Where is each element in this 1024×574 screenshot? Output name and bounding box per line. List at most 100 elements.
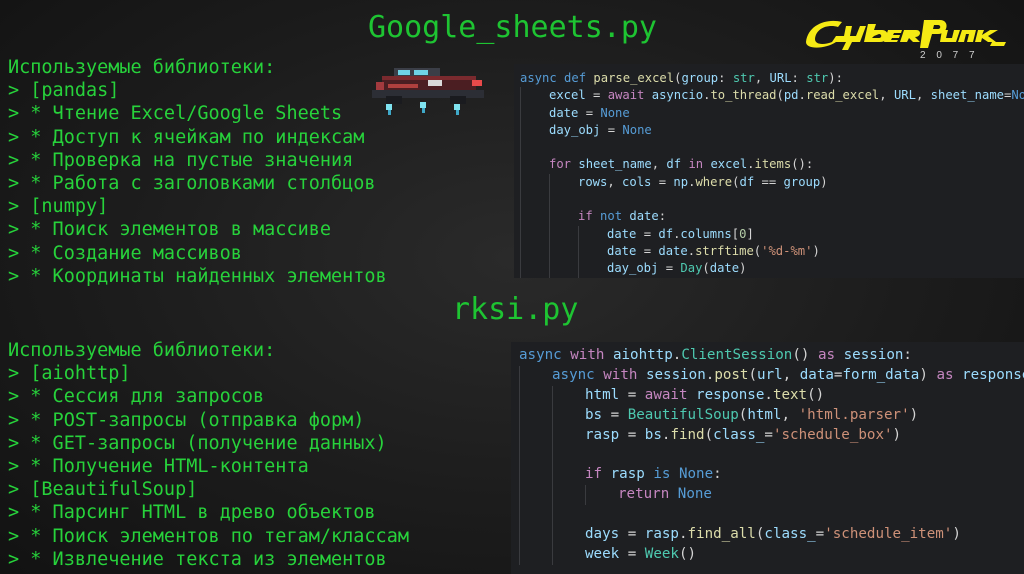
code-block-aiohttp-session: async with aiohttp.ClientSession() as se… [511, 342, 1024, 574]
libraries-heading: Используемые библиотеки: [8, 57, 276, 78]
code-line [520, 139, 1024, 157]
library-list-item: > * Сессия для запросов [8, 386, 265, 408]
code-token: class_ [764, 526, 816, 543]
code-token: , [782, 366, 800, 383]
code-token: ) [820, 174, 828, 189]
code-line: excel = await asyncio.to_thread(pd.read_… [520, 87, 1024, 105]
code-token: sheet_name [578, 157, 652, 172]
code-token: with [603, 366, 646, 383]
code-line: async with aiohttp.ClientSession() as se… [519, 346, 1024, 366]
code-token: , [754, 71, 770, 85]
code-token: week [585, 545, 620, 562]
library-list-item: > * Поиск элементов в массиве [8, 219, 332, 241]
indent-guide [519, 525, 552, 545]
indent-guide [520, 191, 549, 209]
code-token: ( [776, 88, 784, 103]
code-token: df [658, 226, 674, 241]
indent-guide [519, 425, 552, 446]
indent-guide [520, 208, 549, 226]
cyberpunk-logo: 2 0 7 7 [806, 20, 1006, 60]
code-token: excel [549, 88, 586, 103]
code-token: = [619, 426, 645, 443]
code-token: as [817, 347, 844, 363]
code-token: 'schedule_box' [772, 426, 893, 443]
code-token: to_thread [710, 88, 777, 103]
code-line [519, 505, 1024, 526]
code-token: = [651, 174, 674, 189]
code-line: async def parse_excel(group: str, URL: s… [520, 70, 1024, 87]
code-line [519, 445, 1024, 466]
code-token: ClientSession [681, 347, 793, 363]
code-token: . [678, 526, 688, 543]
code-token: None [600, 105, 630, 120]
indent-guide [552, 405, 585, 426]
indent-guide [520, 260, 549, 278]
code-token: class_ [713, 426, 765, 443]
code-token: = [619, 545, 645, 562]
indent-guide [552, 445, 585, 466]
code-token: cols [622, 174, 652, 189]
library-list-item: > * Парсинг HTML в древо объектов [8, 502, 376, 524]
code-token: data [799, 366, 834, 383]
code-token: group [681, 71, 719, 85]
indent-guide [520, 173, 549, 192]
indent-guide [520, 225, 549, 243]
code-token: ( [748, 366, 758, 383]
code-token: np [673, 174, 689, 189]
library-list-item: > * Проверка на пустые значения [8, 149, 354, 171]
indent-guide [519, 445, 552, 466]
code-token: = [619, 386, 645, 403]
library-list-item: > [BeautifulSoup] [8, 479, 198, 501]
code-token: , [607, 174, 623, 189]
code-line: date = df.columns[0] [520, 225, 1024, 243]
logo-year: 2 0 7 7 [920, 50, 979, 60]
code-token: date [629, 209, 659, 224]
code-token: '%d-%m' [761, 243, 813, 258]
code-token: URL [769, 71, 792, 85]
code-token: = [815, 526, 825, 543]
code-token: html [747, 406, 782, 423]
code-token: BeautifulSoup [627, 406, 739, 423]
code-token: . [687, 243, 696, 258]
code-token: not [600, 209, 630, 224]
code-token: day_obj [549, 122, 601, 137]
code-token: await [644, 386, 697, 403]
indent-guide [549, 225, 578, 243]
indent-guide [552, 425, 585, 446]
code-line: rows, cols = np.where(df == group) [520, 173, 1024, 192]
code-token: where [695, 174, 733, 189]
code-token: await [607, 88, 652, 103]
slide-title-rksi: rksi.py [452, 292, 579, 327]
indent-guide [519, 544, 552, 565]
code-token: = [585, 88, 608, 103]
indent-guide [549, 173, 578, 192]
library-list-item: > * Чтение Excel/Google Sheets [8, 103, 343, 125]
code-token: , [879, 88, 894, 103]
code-token: bs [585, 406, 603, 423]
indent-guide [552, 544, 585, 565]
code-token: = [600, 122, 623, 137]
code-line: day_obj = Day(date) [520, 260, 1024, 278]
indent-guide [578, 260, 607, 278]
indent-guide [519, 405, 552, 426]
code-token: pd [783, 88, 799, 103]
code-token: ( [704, 426, 714, 443]
indent-guide [552, 525, 585, 545]
code-token: ): [828, 71, 843, 85]
code-token: html [585, 386, 620, 403]
code-token: : [791, 71, 807, 85]
code-token: find [670, 426, 705, 443]
library-list-item: > * Координаты найденных элементов [8, 265, 387, 287]
libraries-heading: Используемые библиотеки: [8, 340, 276, 361]
code-token: = [578, 105, 601, 120]
indent-guide [519, 385, 552, 406]
code-token: text [772, 386, 808, 403]
code-token: Day [680, 261, 703, 276]
indent-guide [578, 225, 607, 243]
code-token: = [636, 243, 659, 258]
code-token: return [618, 486, 678, 503]
slide-title-google-sheets: Google_sheets.py [368, 10, 657, 45]
code-token: response [962, 366, 1024, 383]
code-token: post [714, 366, 749, 383]
code-token: ) [919, 366, 937, 383]
